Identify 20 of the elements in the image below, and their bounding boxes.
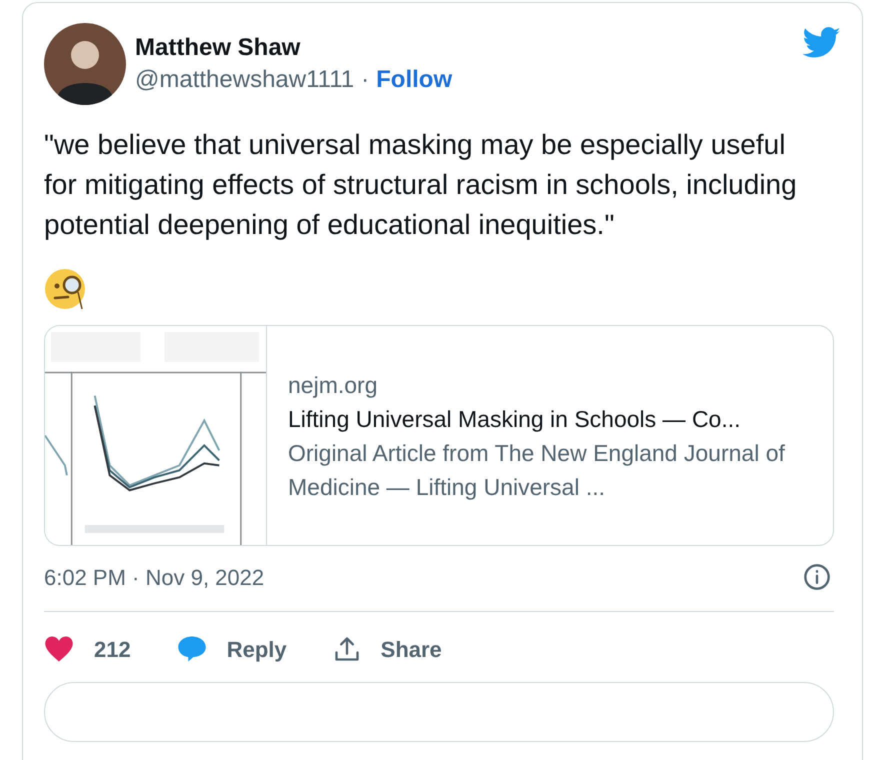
- tweet-text: "we believe that universal masking may be especially useful for mitigating effects of structural racism in schools, including potential deepening of educational inequities.": [44, 128, 798, 242]
- share-icon: [332, 635, 361, 663]
- author-name[interactable]: Matthew Shaw: [135, 33, 452, 63]
- separator-dot: ·: [361, 65, 370, 95]
- link-title: Lifting Universal Masking in Schools — Co...: [288, 404, 742, 434]
- avatar-icon[interactable]: [44, 23, 126, 105]
- link-description: Original Article from The New England Journal of Medicine — Lifting Universal ...: [288, 438, 786, 502]
- share-button[interactable]: Share: [332, 632, 442, 666]
- link-domain: nejm.org: [288, 370, 378, 400]
- speech-bubble-icon: [176, 635, 207, 663]
- like-button[interactable]: 212: [44, 632, 131, 666]
- monocle-emoji-icon: [44, 267, 88, 311]
- timestamp[interactable]: 6:02 PM · Nov 9, 2022: [44, 560, 264, 594]
- info-icon[interactable]: [803, 563, 831, 591]
- follow-link[interactable]: Follow: [376, 65, 452, 95]
- bird-logo-icon[interactable]: [803, 27, 841, 59]
- link-card[interactable]: nejm.org Lifting Universal Masking in Schools — Co... Original Article from The New England Journal of Medicine — Lifting Universal ...: [44, 325, 834, 546]
- reply-button[interactable]: Reply: [176, 632, 287, 666]
- author-handle[interactable]: @matthewshaw1111: [135, 65, 354, 95]
- heart-icon: [44, 635, 74, 663]
